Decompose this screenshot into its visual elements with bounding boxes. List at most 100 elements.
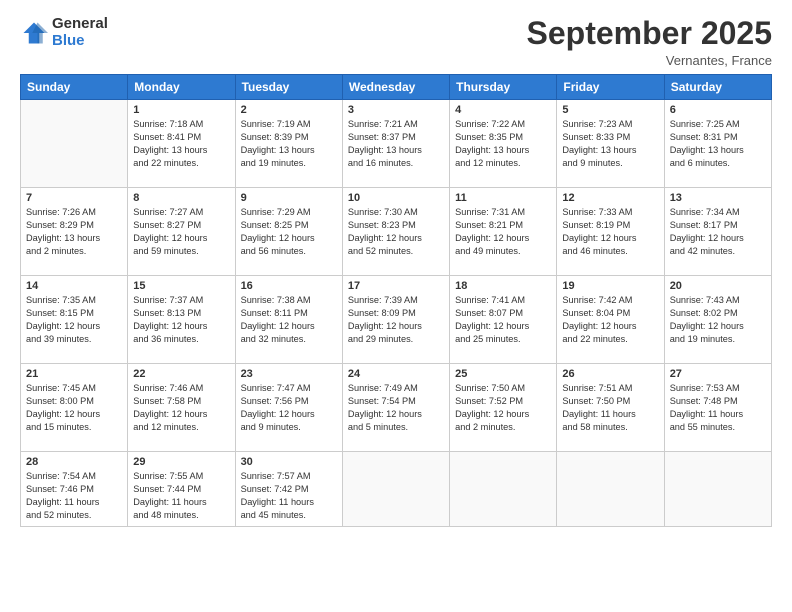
- day-info: Sunrise: 7:50 AM Sunset: 7:52 PM Dayligh…: [455, 382, 551, 434]
- day-number: 12: [562, 192, 658, 204]
- day-number: 18: [455, 280, 551, 292]
- header-monday: Monday: [128, 75, 235, 100]
- header-saturday: Saturday: [664, 75, 771, 100]
- day-info: Sunrise: 7:35 AM Sunset: 8:15 PM Dayligh…: [26, 294, 122, 346]
- day-number: 21: [26, 368, 122, 380]
- day-info: Sunrise: 7:45 AM Sunset: 8:00 PM Dayligh…: [26, 382, 122, 434]
- weekday-header-row: Sunday Monday Tuesday Wednesday Thursday…: [21, 75, 772, 100]
- day-info: Sunrise: 7:41 AM Sunset: 8:07 PM Dayligh…: [455, 294, 551, 346]
- day-number: 10: [348, 192, 444, 204]
- month-title: September 2025: [527, 16, 772, 51]
- day-number: 20: [670, 280, 766, 292]
- header-friday: Friday: [557, 75, 664, 100]
- table-row: 8 Sunrise: 7:27 AM Sunset: 8:27 PM Daylig…: [128, 188, 235, 276]
- table-row: [450, 452, 557, 527]
- day-number: 1: [133, 104, 229, 116]
- table-row: 30Sunrise: 7:57 AM Sunset: 7:42 PM Dayli…: [235, 452, 342, 527]
- day-info: Sunrise: 7:47 AM Sunset: 7:56 PM Dayligh…: [241, 382, 337, 434]
- table-row: 5 Sunrise: 7:23 AM Sunset: 8:33 PM Daylig…: [557, 100, 664, 188]
- table-row: 2Sunrise: 7:19 AM Sunset: 8:39 PM Daylig…: [235, 100, 342, 188]
- logo: General Blue: [20, 16, 108, 49]
- day-number: 23: [241, 368, 337, 380]
- calendar-page: General Blue September 2025 Vernantes, F…: [0, 0, 792, 612]
- day-number: 15: [133, 280, 229, 292]
- table-row: 21 Sunrise: 7:45 AM Sunset: 8:00 PM Dayli…: [21, 364, 128, 452]
- day-info: Sunrise: 7:27 AM Sunset: 8:27 PM Dayligh…: [133, 206, 229, 258]
- day-info: Sunrise: 7:30 AM Sunset: 8:23 PM Dayligh…: [348, 206, 444, 258]
- day-info: Sunrise: 7:46 AM Sunset: 7:58 PM Dayligh…: [133, 382, 229, 434]
- day-number: 29: [133, 456, 229, 468]
- table-row: 28 Sunrise: 7:54 AM Sunset: 7:46 PM Dayli…: [21, 452, 128, 527]
- day-info: Sunrise: 7:49 AM Sunset: 7:54 PM Dayligh…: [348, 382, 444, 434]
- day-number: 14: [26, 280, 122, 292]
- day-info: Sunrise: 7:57 AM Sunset: 7:42 PM Dayligh…: [241, 470, 337, 522]
- day-number: 26: [562, 368, 658, 380]
- location: Vernantes, France: [527, 53, 772, 68]
- calendar-table: Sunday Monday Tuesday Wednesday Thursday…: [20, 74, 772, 527]
- day-number: 28: [26, 456, 122, 468]
- table-row: 14 Sunrise: 7:35 AM Sunset: 8:15 PM Dayli…: [21, 276, 128, 364]
- header-thursday: Thursday: [450, 75, 557, 100]
- day-info: Sunrise: 7:34 AM Sunset: 8:17 PM Dayligh…: [670, 206, 766, 258]
- table-row: 24 Sunrise: 7:49 AM Sunset: 7:54 PM Dayli…: [342, 364, 449, 452]
- day-info: Sunrise: 7:18 AM Sunset: 8:41 PM Dayligh…: [133, 118, 229, 170]
- day-number: 22: [133, 368, 229, 380]
- day-number: 2: [241, 104, 337, 116]
- day-number: 9: [241, 192, 337, 204]
- day-info: Sunrise: 7:21 AM Sunset: 8:37 PM Dayligh…: [348, 118, 444, 170]
- day-number: 25: [455, 368, 551, 380]
- day-info: Sunrise: 7:26 AM Sunset: 8:29 PM Dayligh…: [26, 206, 122, 258]
- day-number: 6: [670, 104, 766, 116]
- day-info: Sunrise: 7:23 AM Sunset: 8:33 PM Dayligh…: [562, 118, 658, 170]
- day-info: Sunrise: 7:39 AM Sunset: 8:09 PM Dayligh…: [348, 294, 444, 346]
- table-row: [557, 452, 664, 527]
- day-number: 3: [348, 104, 444, 116]
- day-info: Sunrise: 7:31 AM Sunset: 8:21 PM Dayligh…: [455, 206, 551, 258]
- day-number: 24: [348, 368, 444, 380]
- day-number: 7: [26, 192, 122, 204]
- table-row: 12 Sunrise: 7:33 AM Sunset: 8:19 PM Dayli…: [557, 188, 664, 276]
- day-number: 5: [562, 104, 658, 116]
- table-row: 19 Sunrise: 7:42 AM Sunset: 8:04 PM Dayli…: [557, 276, 664, 364]
- header-sunday: Sunday: [21, 75, 128, 100]
- table-row: 25 Sunrise: 7:50 AM Sunset: 7:52 PM Dayli…: [450, 364, 557, 452]
- day-info: Sunrise: 7:33 AM Sunset: 8:19 PM Dayligh…: [562, 206, 658, 258]
- table-row: 10 Sunrise: 7:30 AM Sunset: 8:23 PM Dayli…: [342, 188, 449, 276]
- day-info: Sunrise: 7:54 AM Sunset: 7:46 PM Dayligh…: [26, 470, 122, 522]
- table-row: 3 Sunrise: 7:21 AM Sunset: 8:37 PM Daylig…: [342, 100, 449, 188]
- table-row: 6 Sunrise: 7:25 AM Sunset: 8:31 PM Daylig…: [664, 100, 771, 188]
- day-number: 16: [241, 280, 337, 292]
- table-row: 9 Sunrise: 7:29 AM Sunset: 8:25 PM Daylig…: [235, 188, 342, 276]
- table-row: 26 Sunrise: 7:51 AM Sunset: 7:50 PM Dayli…: [557, 364, 664, 452]
- table-row: 11 Sunrise: 7:31 AM Sunset: 8:21 PM Dayli…: [450, 188, 557, 276]
- table-row: 23 Sunrise: 7:47 AM Sunset: 7:56 PM Dayli…: [235, 364, 342, 452]
- logo-icon: [20, 19, 48, 47]
- day-info: Sunrise: 7:53 AM Sunset: 7:48 PM Dayligh…: [670, 382, 766, 434]
- day-number: 8: [133, 192, 229, 204]
- day-info: Sunrise: 7:25 AM Sunset: 8:31 PM Dayligh…: [670, 118, 766, 170]
- day-info: Sunrise: 7:38 AM Sunset: 8:11 PM Dayligh…: [241, 294, 337, 346]
- day-info: Sunrise: 7:51 AM Sunset: 7:50 PM Dayligh…: [562, 382, 658, 434]
- table-row: 18 Sunrise: 7:41 AM Sunset: 8:07 PM Dayli…: [450, 276, 557, 364]
- day-number: 13: [670, 192, 766, 204]
- day-number: 19: [562, 280, 658, 292]
- day-info: Sunrise: 7:42 AM Sunset: 8:04 PM Dayligh…: [562, 294, 658, 346]
- day-number: 11: [455, 192, 551, 204]
- title-section: September 2025 Vernantes, France: [527, 16, 772, 68]
- header-tuesday: Tuesday: [235, 75, 342, 100]
- logo-blue: Blue: [52, 33, 108, 50]
- day-number: 4: [455, 104, 551, 116]
- header-wednesday: Wednesday: [342, 75, 449, 100]
- day-info: Sunrise: 7:29 AM Sunset: 8:25 PM Dayligh…: [241, 206, 337, 258]
- table-row: 22 Sunrise: 7:46 AM Sunset: 7:58 PM Dayli…: [128, 364, 235, 452]
- table-row: [342, 452, 449, 527]
- table-row: 29 Sunrise: 7:55 AM Sunset: 7:44 PM Dayli…: [128, 452, 235, 527]
- day-info: Sunrise: 7:43 AM Sunset: 8:02 PM Dayligh…: [670, 294, 766, 346]
- table-row: 15Sunrise: 7:37 AM Sunset: 8:13 PM Dayli…: [128, 276, 235, 364]
- table-row: 1 Sunrise: 7:18 AM Sunset: 8:41 PM Daylig…: [128, 100, 235, 188]
- table-row: 27Sunrise: 7:53 AM Sunset: 7:48 PM Dayli…: [664, 364, 771, 452]
- day-info: Sunrise: 7:22 AM Sunset: 8:35 PM Dayligh…: [455, 118, 551, 170]
- table-row: [21, 100, 128, 188]
- day-info: Sunrise: 7:55 AM Sunset: 7:44 PM Dayligh…: [133, 470, 229, 522]
- table-row: 17Sunrise: 7:39 AM Sunset: 8:09 PM Dayli…: [342, 276, 449, 364]
